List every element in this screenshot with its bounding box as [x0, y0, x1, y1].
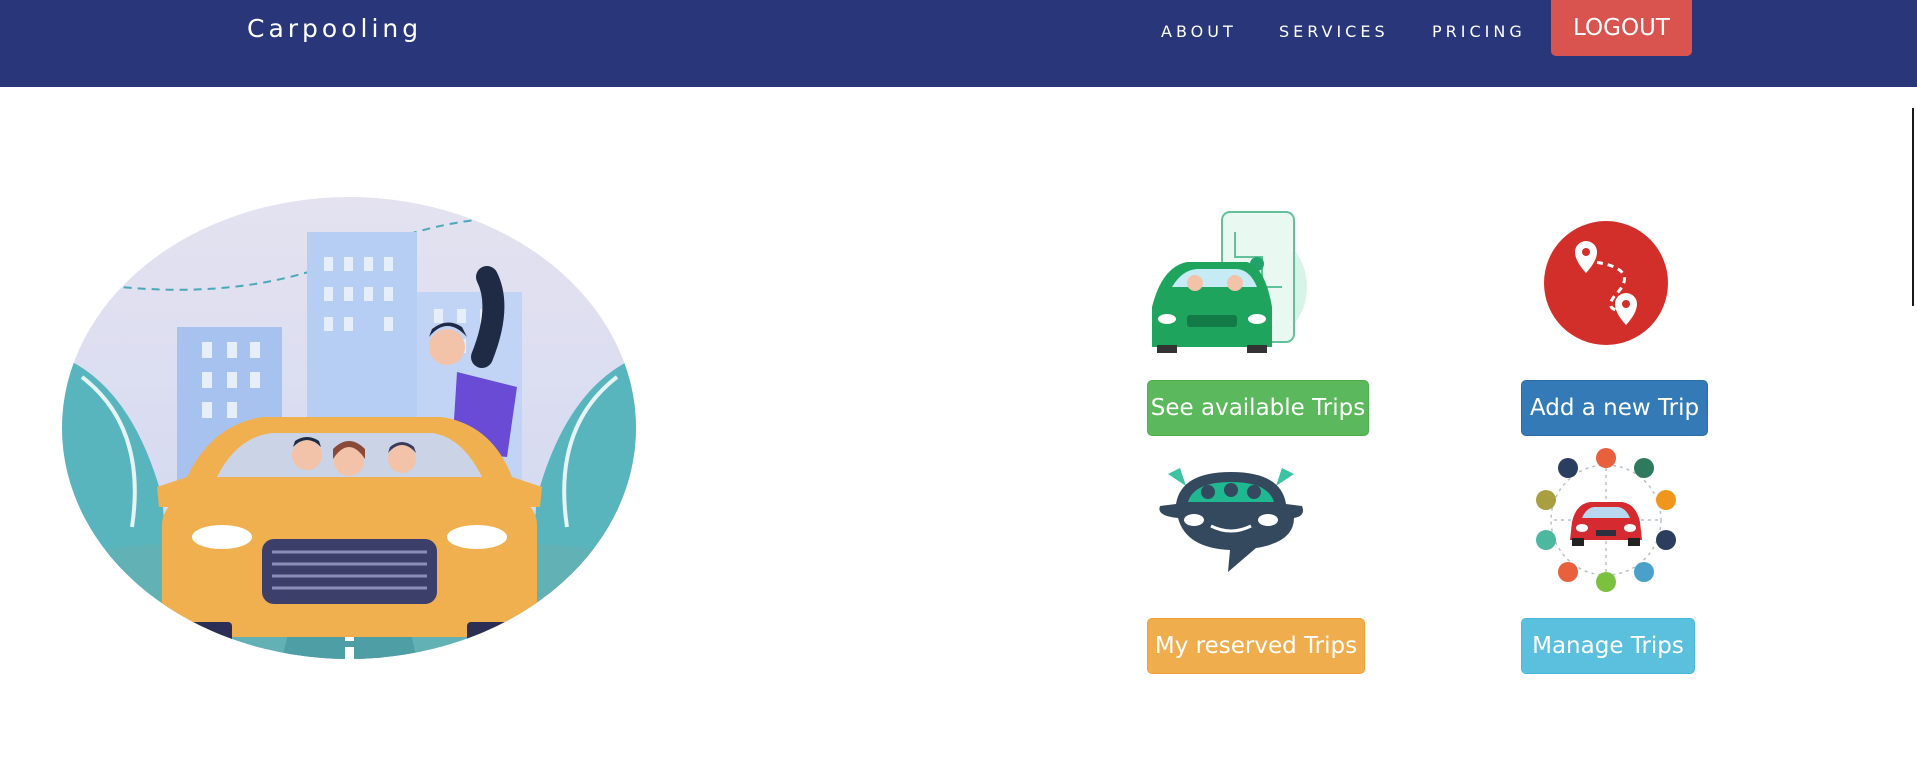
- add-new-trip-button[interactable]: Add a new Trip: [1521, 380, 1708, 436]
- logout-button[interactable]: LOGOUT: [1551, 0, 1692, 56]
- hero-illustration: [62, 197, 636, 659]
- manage-trips-button[interactable]: Manage Trips: [1521, 618, 1695, 674]
- see-available-trips-button[interactable]: See available Trips: [1147, 380, 1369, 436]
- nav-link-pricing[interactable]: PRICING: [1432, 22, 1526, 41]
- car-navigation-phone-illustration: [1152, 211, 1307, 353]
- car-speech-bubble-icon: [1159, 468, 1303, 572]
- car-services-circle-icon: [1536, 448, 1676, 592]
- route-pins-icon: [1544, 221, 1668, 345]
- my-reserved-trips-button[interactable]: My reserved Trips: [1147, 618, 1365, 674]
- nav-link-about[interactable]: ABOUT: [1161, 22, 1237, 41]
- top-navbar: Carpooling ABOUT SERVICES PRICING LOGOUT: [0, 0, 1917, 87]
- scrollbar-thumb[interactable]: [1912, 108, 1914, 306]
- nav-link-services[interactable]: SERVICES: [1279, 22, 1389, 41]
- brand-logo[interactable]: Carpooling: [247, 14, 422, 43]
